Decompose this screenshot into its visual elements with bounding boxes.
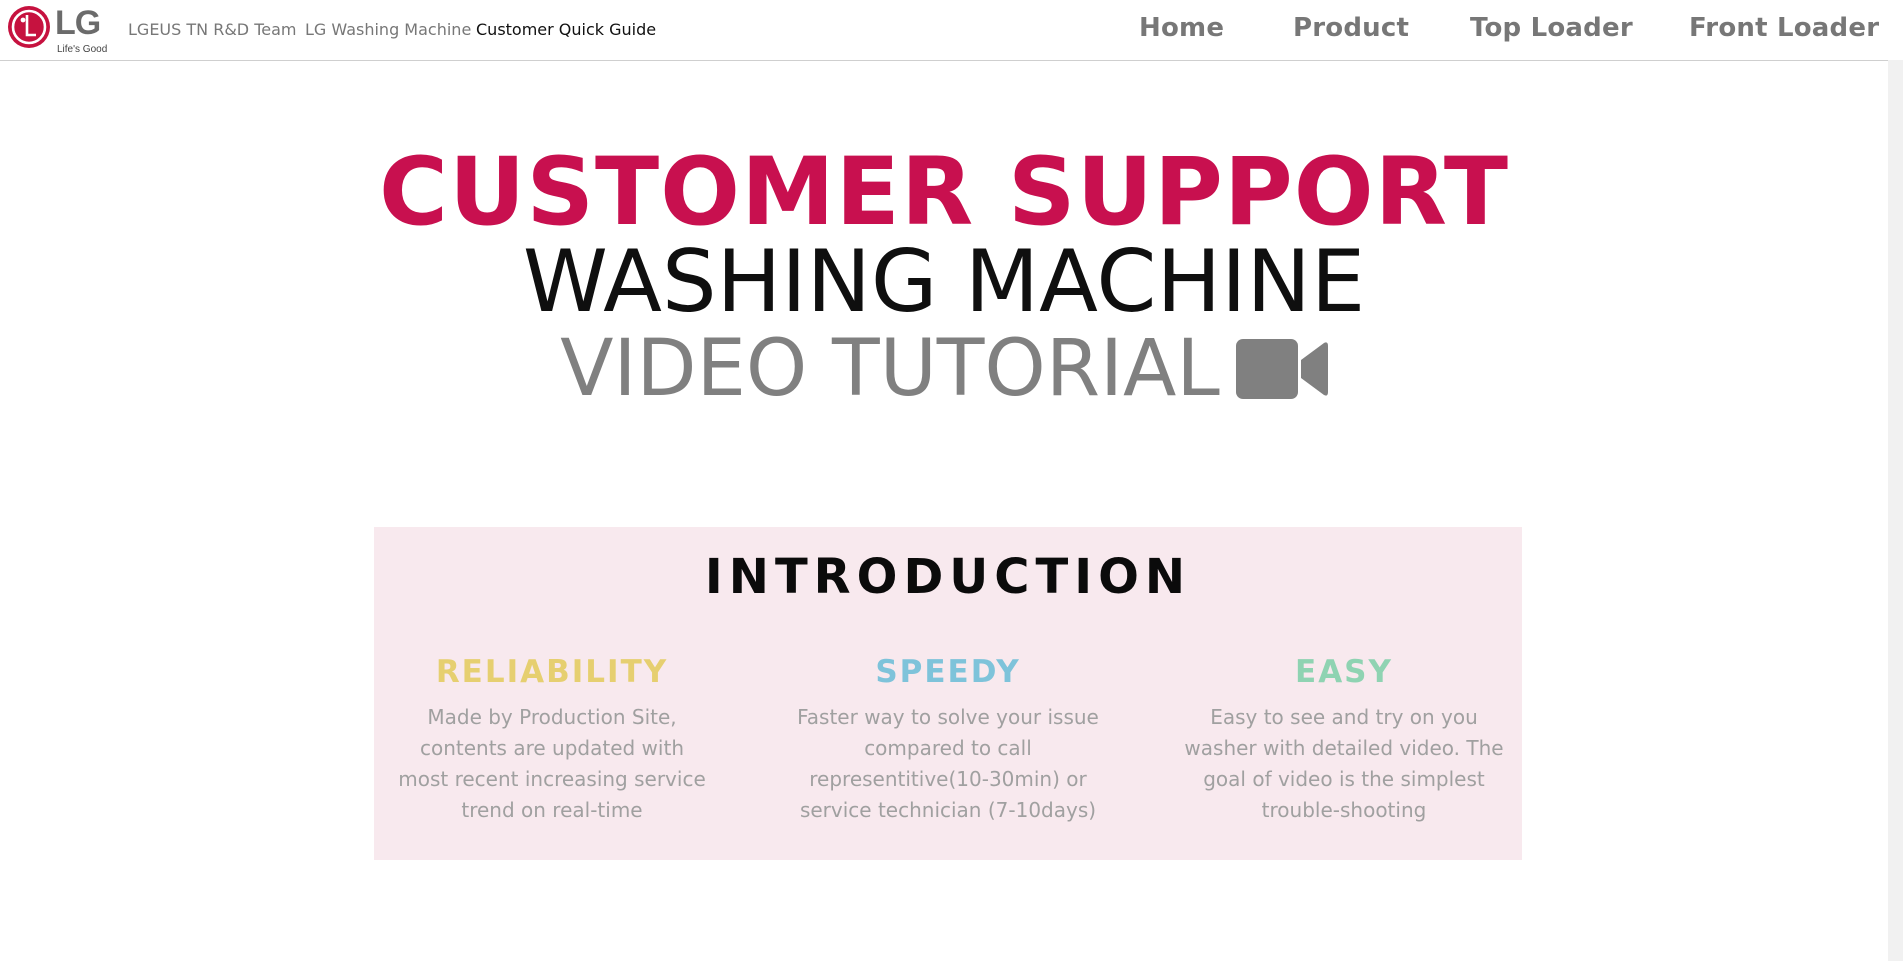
breadcrumb-quick-guide[interactable]: Customer Quick Guide <box>476 20 656 39</box>
lg-logo[interactable]: LG Life's Good <box>8 4 112 56</box>
feature-easy: EASY Easy to see and try on you washer w… <box>1184 652 1504 826</box>
nav-product[interactable]: Product <box>1293 13 1409 43</box>
lg-wordmark: LG <box>55 4 101 42</box>
breadcrumb-rnd-team[interactable]: LGEUS TN R&D Team <box>128 20 297 39</box>
lg-face-icon <box>8 6 50 48</box>
page-scrollbar[interactable] <box>1888 60 1903 961</box>
feature-speedy: SPEEDY Faster way to solve your issue co… <box>788 652 1108 826</box>
feature-heading: EASY <box>1295 654 1393 690</box>
introduction-title: INTRODUCTION <box>704 549 1192 605</box>
top-navigation-bar: LG Life's Good LGEUS TN R&D Team LG Wash… <box>0 0 1903 61</box>
hero-tagline-text: VIDEO TUTORIAL <box>560 324 1220 414</box>
feature-description: Faster way to solve your issue compared … <box>797 705 1099 822</box>
breadcrumb-washing-machine[interactable]: LG Washing Machine <box>305 20 471 39</box>
feature-heading: RELIABILITY <box>435 654 669 690</box>
feature-description: Easy to see and try on you washer with d… <box>1184 705 1504 822</box>
lg-tagline: Life's Good <box>57 44 108 55</box>
hero-tagline: VIDEO TUTORIAL <box>0 324 1888 420</box>
nav-home[interactable]: Home <box>1139 13 1224 43</box>
introduction-section: INTRODUCTION RELIABILITY Made by Product… <box>374 527 1522 860</box>
feature-reliability: RELIABILITY Made by Production Site, con… <box>392 652 712 826</box>
feature-description: Made by Production Site, contents are up… <box>398 705 706 822</box>
nav-front-loader[interactable]: Front Loader <box>1689 13 1879 43</box>
hero-title: CUSTOMER SUPPORT <box>379 138 1509 247</box>
nav-top-loader[interactable]: Top Loader <box>1470 13 1633 43</box>
hero-subtitle: WASHING MACHINE <box>522 232 1366 332</box>
feature-heading: SPEEDY <box>875 654 1021 690</box>
video-camera-icon <box>1235 330 1328 420</box>
